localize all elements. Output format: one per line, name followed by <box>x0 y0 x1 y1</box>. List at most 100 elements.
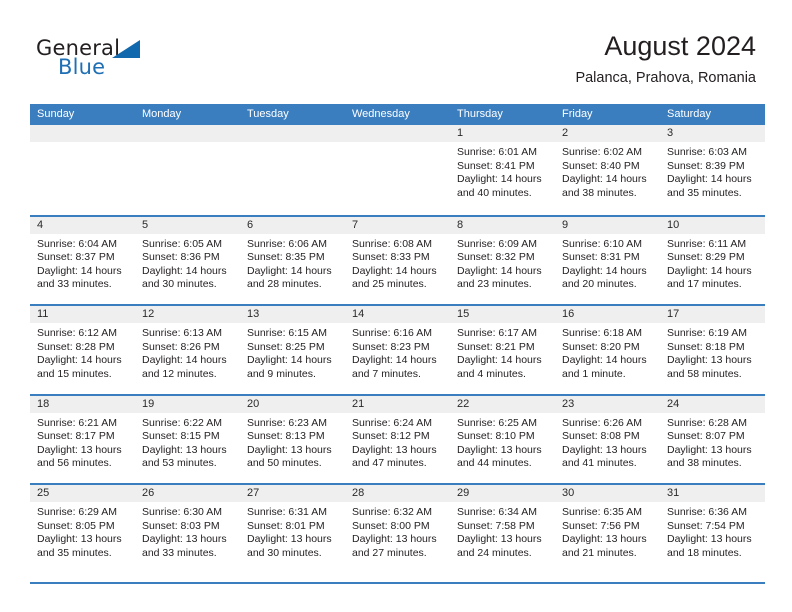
day-cell-empty <box>240 125 345 215</box>
day-detail-line: Daylight: 14 hours <box>247 264 332 277</box>
day-number: 31 <box>660 485 765 502</box>
day-detail-line: Daylight: 13 hours <box>37 443 122 456</box>
day-detail-line: Daylight: 13 hours <box>457 533 542 546</box>
day-detail-line: Daylight: 13 hours <box>562 533 647 546</box>
day-details: Sunrise: 6:26 AM Sunset: 8:08 PM Daylight:… <box>555 413 660 471</box>
day-cell[interactable]: 16 Sunrise: 6:18 AM Sunset: 8:20 PM Dayligh… <box>555 306 660 394</box>
calendar-bottom-rule <box>30 581 765 584</box>
day-number: 25 <box>30 485 135 502</box>
day-detail-line: Daylight: 13 hours <box>562 443 647 456</box>
day-details: Sunrise: 6:21 AM Sunset: 8:17 PM Daylight:… <box>30 413 135 471</box>
day-detail-line: and 41 minutes. <box>562 457 637 470</box>
day-cell-empty <box>345 125 450 215</box>
day-cell[interactable]: 5 Sunrise: 6:05 AM Sunset: 8:36 PM Daylight… <box>135 216 240 304</box>
day-detail-line: and 35 minutes. <box>667 186 742 199</box>
day-detail-line: Sunset: 8:07 PM <box>667 430 745 443</box>
day-cell[interactable]: 19 Sunrise: 6:22 AM Sunset: 8:15 PM Dayligh… <box>135 395 240 483</box>
day-detail-line: Sunset: 8:32 PM <box>457 251 535 264</box>
day-detail-line: Sunset: 8:00 PM <box>352 519 430 532</box>
day-detail-line: Daylight: 14 hours <box>457 354 542 367</box>
day-number: 10 <box>660 216 765 234</box>
day-cell[interactable]: 23 Sunrise: 6:26 AM Sunset: 8:08 PM Dayligh… <box>555 395 660 483</box>
day-detail-line: Daylight: 13 hours <box>247 443 332 456</box>
day-details: Sunrise: 6:22 AM Sunset: 8:15 PM Daylight:… <box>135 413 240 471</box>
day-cell[interactable]: 10 Sunrise: 6:11 AM Sunset: 8:29 PM Dayligh… <box>660 216 765 304</box>
day-number: 3 <box>660 125 765 142</box>
day-cell[interactable]: 27 Sunrise: 6:31 AM Sunset: 8:01 PM Dayligh… <box>240 485 345 573</box>
day-details: Sunrise: 6:06 AM Sunset: 8:35 PM Daylight:… <box>240 234 345 292</box>
day-detail-line: and 7 minutes. <box>352 367 421 380</box>
day-cell[interactable]: 21 Sunrise: 6:24 AM Sunset: 8:12 PM Dayligh… <box>345 395 450 483</box>
day-cell[interactable]: 20 Sunrise: 6:23 AM Sunset: 8:13 PM Dayligh… <box>240 395 345 483</box>
day-number: 27 <box>240 485 345 502</box>
day-cell[interactable]: 22 Sunrise: 6:25 AM Sunset: 8:10 PM Dayligh… <box>450 395 555 483</box>
day-cell[interactable]: 6 Sunrise: 6:06 AM Sunset: 8:35 PM Daylight… <box>240 216 345 304</box>
day-detail-line: and 47 minutes. <box>352 457 427 470</box>
day-cell[interactable]: 11 Sunrise: 6:12 AM Sunset: 8:28 PM Dayligh… <box>30 306 135 394</box>
day-cell[interactable]: 24 Sunrise: 6:28 AM Sunset: 8:07 PM Dayligh… <box>660 395 765 483</box>
day-details: Sunrise: 6:29 AM Sunset: 8:05 PM Daylight:… <box>30 502 135 560</box>
day-detail-line: Daylight: 14 hours <box>562 264 647 277</box>
day-detail-line: and 1 minute. <box>562 367 626 380</box>
day-cell[interactable]: 13 Sunrise: 6:15 AM Sunset: 8:25 PM Dayligh… <box>240 306 345 394</box>
day-details: Sunrise: 6:24 AM Sunset: 8:12 PM Daylight:… <box>345 413 450 471</box>
day-detail-line: and 27 minutes. <box>352 546 427 559</box>
day-detail-line: Sunset: 8:33 PM <box>352 251 430 264</box>
day-detail-line: Sunset: 8:21 PM <box>457 340 535 353</box>
day-number: 14 <box>345 306 450 323</box>
day-detail-line: Sunset: 8:20 PM <box>562 340 640 353</box>
day-detail-line: Daylight: 13 hours <box>667 443 752 456</box>
day-cell[interactable]: 7 Sunrise: 6:08 AM Sunset: 8:33 PM Daylight… <box>345 216 450 304</box>
day-detail-line: Daylight: 13 hours <box>667 533 752 546</box>
day-detail-line: Sunrise: 6:21 AM <box>37 416 117 429</box>
day-cell[interactable]: 17 Sunrise: 6:19 AM Sunset: 8:18 PM Dayligh… <box>660 306 765 394</box>
day-cell[interactable]: 30 Sunrise: 6:35 AM Sunset: 7:56 PM Dayligh… <box>555 485 660 573</box>
day-detail-line: Sunset: 8:35 PM <box>247 251 325 264</box>
day-detail-line: Sunrise: 6:29 AM <box>37 506 117 518</box>
day-number: 29 <box>450 485 555 502</box>
day-detail-line: Sunrise: 6:32 AM <box>352 506 432 518</box>
brand-logo[interactable]: General Blue <box>36 36 236 88</box>
page-subtitle: Palanca, Prahova, Romania <box>575 70 756 86</box>
day-detail-line: and 30 minutes. <box>247 546 322 559</box>
weekday-header-row: Sunday Monday Tuesday Wednesday Thursday… <box>30 104 765 125</box>
day-cell-empty <box>135 125 240 215</box>
week-row: 11 Sunrise: 6:12 AM Sunset: 8:28 PM Dayligh… <box>30 304 765 394</box>
day-number: 7 <box>345 216 450 234</box>
day-cell[interactable]: 29 Sunrise: 6:34 AM Sunset: 7:58 PM Dayligh… <box>450 485 555 573</box>
day-number: 30 <box>555 485 660 502</box>
day-cell[interactable]: 26 Sunrise: 6:30 AM Sunset: 8:03 PM Dayligh… <box>135 485 240 573</box>
day-cell[interactable]: 8 Sunrise: 6:09 AM Sunset: 8:32 PM Daylight… <box>450 216 555 304</box>
weekday-saturday: Saturday <box>667 108 712 120</box>
day-detail-line: and 53 minutes. <box>142 457 217 470</box>
day-cell[interactable]: 14 Sunrise: 6:16 AM Sunset: 8:23 PM Dayligh… <box>345 306 450 394</box>
day-cell[interactable]: 4 Sunrise: 6:04 AM Sunset: 8:37 PM Daylight… <box>30 216 135 304</box>
day-detail-line: Sunset: 7:58 PM <box>457 519 535 532</box>
calendar-page: General Blue August 2024 Palanca, Prahov… <box>0 0 792 612</box>
day-cell[interactable]: 3 Sunrise: 6:03 AM Sunset: 8:39 PM Daylight… <box>660 125 765 215</box>
day-cell[interactable]: 25 Sunrise: 6:29 AM Sunset: 8:05 PM Dayligh… <box>30 485 135 573</box>
day-detail-line: and 20 minutes. <box>562 278 637 291</box>
day-number <box>345 125 450 142</box>
day-cell[interactable]: 9 Sunrise: 6:10 AM Sunset: 8:31 PM Daylight… <box>555 216 660 304</box>
day-cell[interactable]: 2 Sunrise: 6:02 AM Sunset: 8:40 PM Daylight… <box>555 125 660 215</box>
day-detail-line: Sunset: 8:05 PM <box>37 519 115 532</box>
day-number: 18 <box>30 395 135 413</box>
day-cell[interactable]: 12 Sunrise: 6:13 AM Sunset: 8:26 PM Dayligh… <box>135 306 240 394</box>
day-detail-line: and 56 minutes. <box>37 457 112 470</box>
day-cell[interactable]: 15 Sunrise: 6:17 AM Sunset: 8:21 PM Dayligh… <box>450 306 555 394</box>
day-detail-line: and 12 minutes. <box>142 367 217 380</box>
day-cell[interactable]: 28 Sunrise: 6:32 AM Sunset: 8:00 PM Dayligh… <box>345 485 450 573</box>
day-cell[interactable]: 18 Sunrise: 6:21 AM Sunset: 8:17 PM Dayligh… <box>30 395 135 483</box>
day-details: Sunrise: 6:10 AM Sunset: 8:31 PM Daylight:… <box>555 234 660 292</box>
day-cell[interactable]: 31 Sunrise: 6:36 AM Sunset: 7:54 PM Dayligh… <box>660 485 765 573</box>
day-details: Sunrise: 6:32 AM Sunset: 8:00 PM Daylight:… <box>345 502 450 560</box>
day-detail-line: Sunset: 8:10 PM <box>457 430 535 443</box>
day-details: Sunrise: 6:30 AM Sunset: 8:03 PM Daylight:… <box>135 502 240 560</box>
page-header: General Blue August 2024 Palanca, Prahov… <box>0 0 792 104</box>
day-detail-line: Sunrise: 6:02 AM <box>562 146 642 158</box>
day-cell[interactable]: 1 Sunrise: 6:01 AM Sunset: 8:41 PM Daylight… <box>450 125 555 215</box>
weekday-friday: Friday <box>562 108 593 120</box>
day-number <box>240 125 345 142</box>
day-detail-line: Sunset: 8:17 PM <box>37 430 115 443</box>
